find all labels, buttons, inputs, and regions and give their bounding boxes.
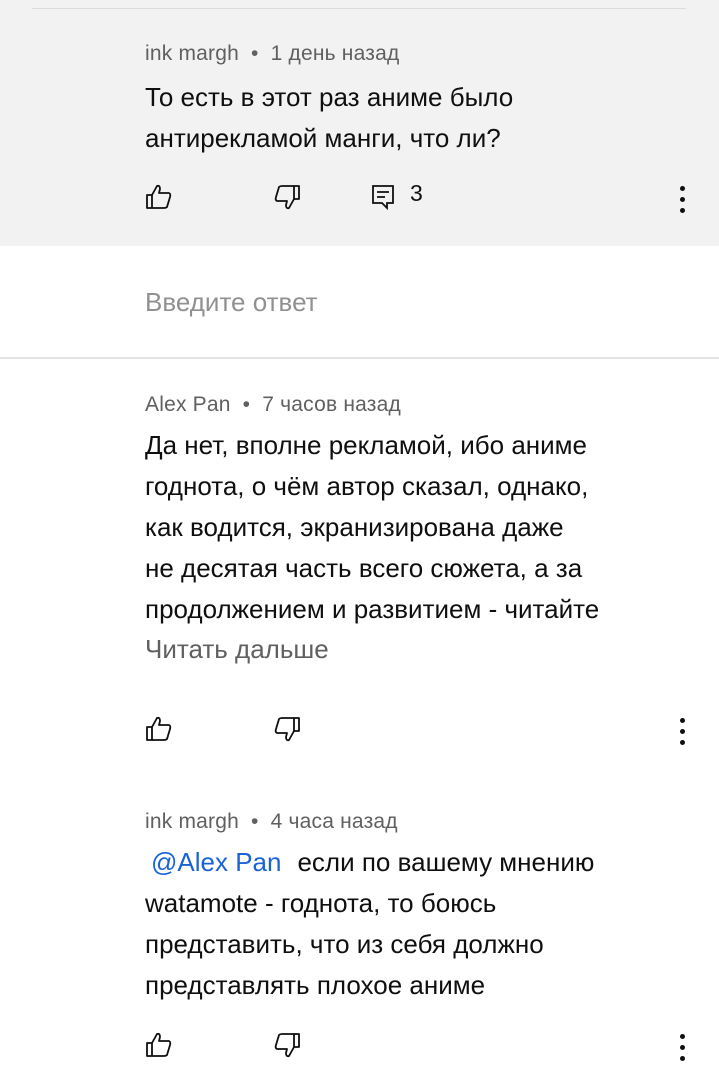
reply-count[interactable]: 3: [410, 180, 423, 207]
dislike-icon[interactable]: [272, 182, 302, 212]
more-options-icon[interactable]: [670, 1028, 694, 1068]
comment-author[interactable]: ink margh: [145, 810, 239, 833]
comment-line: То есть в этот раз аниме было: [145, 82, 514, 112]
more-options-icon[interactable]: [670, 180, 694, 220]
mention-link[interactable]: @Alex Pan: [151, 847, 281, 877]
parent-comment: ink margh • 1 день назад То есть в этот ра…: [0, 0, 719, 246]
meta-separator: •: [251, 42, 259, 65]
comment-text: @Alex Pan если по вашему мнению watamote …: [145, 842, 685, 1006]
like-icon[interactable]: [144, 1030, 174, 1060]
dislike-icon[interactable]: [272, 714, 302, 744]
comment-time: 7 часов назад: [262, 393, 401, 416]
comment-list-icon[interactable]: [368, 182, 398, 212]
comment-actions: 3: [0, 180, 719, 220]
comment-time: 4 часа назад: [270, 810, 398, 833]
comment-line: годнота, о чём автор сказал, однако,: [145, 471, 589, 501]
comment-line: представить, что из себя должно: [145, 929, 544, 959]
comment-actions: [0, 712, 719, 752]
comment-line: watamote - годнота, то боюсь: [145, 888, 497, 918]
dislike-icon[interactable]: [272, 1030, 302, 1060]
comment-time: 1 день назад: [270, 42, 400, 65]
comment-line: как водится, экранизирована даже: [145, 512, 564, 542]
meta-separator: •: [251, 810, 259, 833]
top-divider: [32, 8, 686, 9]
comment-line: не десятая часть всего сюжета, а за: [145, 553, 583, 583]
comment-author[interactable]: Alex Pan: [145, 393, 231, 416]
comment-meta: Alex Pan • 7 часов назад: [145, 393, 401, 417]
comment-line-text: если по вашему мнению: [297, 847, 595, 877]
comment-actions: [0, 1028, 719, 1068]
comment-line: Да нет, вполне рекламой, ибо аниме: [145, 430, 588, 460]
reply-input[interactable]: Введите ответ: [145, 287, 318, 318]
more-options-icon[interactable]: [670, 712, 694, 752]
comment-line: представлять плохое аниме: [145, 970, 486, 1000]
comment-author[interactable]: ink margh: [145, 42, 239, 65]
comment-text: То есть в этот раз аниме было антиреклам…: [145, 77, 685, 159]
comment-line: @Alex Pan если по вашему мнению: [145, 842, 685, 883]
comment-line: продолжением и развитием - читайте: [145, 594, 600, 624]
comment-text: Да нет, вполне рекламой, ибо аниме годно…: [145, 425, 685, 630]
comment-meta: ink margh • 4 часа назад: [145, 810, 398, 834]
input-divider: [0, 357, 719, 359]
comment-line: антирекламой манги, что ли?: [145, 123, 501, 153]
like-icon[interactable]: [144, 182, 174, 212]
like-icon[interactable]: [144, 714, 174, 744]
meta-separator: •: [242, 393, 251, 416]
comment-meta: ink margh • 1 день назад: [145, 42, 399, 66]
read-more-link[interactable]: Читать дальше: [145, 634, 329, 665]
